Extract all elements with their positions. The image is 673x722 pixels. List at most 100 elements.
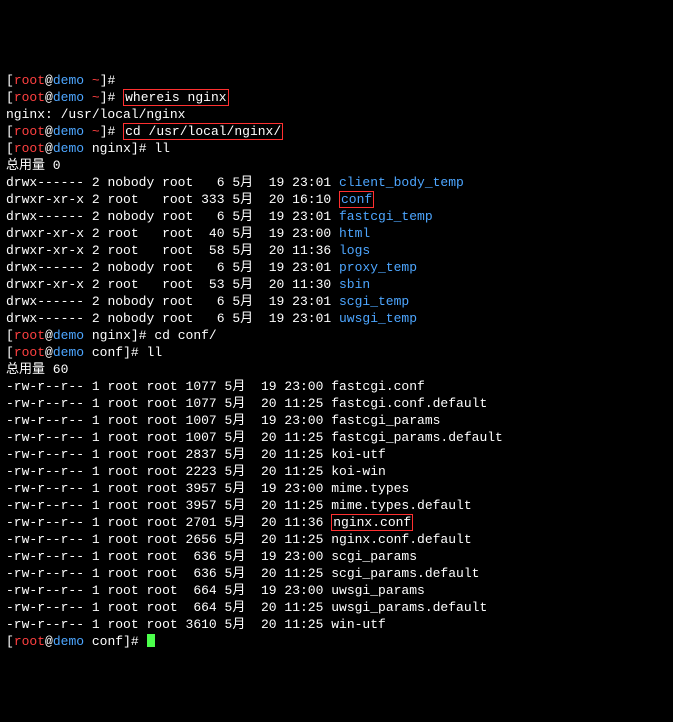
listing-row: drwxr-xr-x 2 root root 53 5月 20 11:30 sb…	[6, 276, 667, 293]
listing-row: -rw-r--r-- 1 root root 1007 5月 19 23:00 …	[6, 412, 667, 429]
perm: -rw-r--r--	[6, 464, 84, 479]
time: 23:01	[292, 175, 331, 190]
month: 5月	[232, 192, 253, 207]
listing-row: -rw-r--r-- 1 root root 1077 5月 20 11:25 …	[6, 395, 667, 412]
group: root	[146, 583, 177, 598]
size: 58	[201, 243, 224, 258]
time: 23:00	[284, 549, 323, 564]
perm: drwx------	[6, 294, 84, 309]
prompt-symbol: #	[139, 141, 147, 156]
links: 1	[92, 396, 100, 411]
prompt-line: [root@demo ~]#	[6, 72, 667, 89]
filename: proxy_temp	[339, 260, 417, 275]
perm: drwx------	[6, 260, 84, 275]
prompt-close-bracket: ]	[131, 141, 139, 156]
perm: drwxr-xr-x	[6, 192, 84, 207]
terminal[interactable]: [root@demo ~]# [root@demo ~]# whereis ng…	[0, 68, 673, 654]
size: 664	[186, 583, 217, 598]
links: 1	[92, 515, 100, 530]
prompt-user: root	[14, 141, 45, 156]
perm: -rw-r--r--	[6, 600, 84, 615]
filename: koi-utf	[331, 447, 386, 462]
day: 19	[269, 226, 285, 241]
prompt-close-bracket: ]	[100, 90, 108, 105]
links: 2	[92, 226, 100, 241]
prompt-line: [root@demo nginx]# cd conf/	[6, 327, 667, 344]
links: 1	[92, 532, 100, 547]
time: 11:25	[284, 532, 323, 547]
month: 5月	[225, 379, 246, 394]
prompt-line: [root@demo conf]#	[6, 633, 667, 650]
time: 23:00	[284, 379, 323, 394]
owner: nobody	[107, 209, 154, 224]
perm: -rw-r--r--	[6, 532, 84, 547]
owner: root	[107, 583, 138, 598]
owner: root	[107, 243, 154, 258]
time: 11:25	[284, 447, 323, 462]
month: 5月	[225, 532, 246, 547]
time: 11:25	[284, 430, 323, 445]
day: 20	[261, 498, 277, 513]
perm: drwxr-xr-x	[6, 243, 84, 258]
listing-row: drwxr-xr-x 2 root root 40 5月 19 23:00 ht…	[6, 225, 667, 242]
month: 5月	[232, 260, 253, 275]
time: 23:01	[292, 209, 331, 224]
listing-row: -rw-r--r-- 1 root root 664 5月 20 11:25 u…	[6, 599, 667, 616]
day: 20	[261, 396, 277, 411]
listing-row: -rw-r--r-- 1 root root 636 5月 20 11:25 s…	[6, 565, 667, 582]
day: 19	[261, 481, 277, 496]
owner: root	[107, 498, 138, 513]
prompt-cwd: conf	[92, 634, 123, 649]
group: root	[162, 192, 193, 207]
size: 636	[186, 566, 217, 581]
prompt-symbol: #	[108, 124, 116, 139]
filename: scgi_params.default	[331, 566, 479, 581]
day: 19	[269, 209, 285, 224]
owner: root	[107, 413, 138, 428]
filename: conf	[339, 191, 374, 208]
prompt-line: [root@demo ~]# cd /usr/local/nginx/	[6, 123, 667, 140]
listing-row: -rw-r--r-- 1 root root 3610 5月 20 11:25 …	[6, 616, 667, 633]
month: 5月	[225, 498, 246, 513]
links: 1	[92, 583, 100, 598]
prompt-open-bracket: [	[6, 124, 14, 139]
links: 1	[92, 413, 100, 428]
day: 20	[269, 192, 285, 207]
prompt-at: @	[45, 73, 53, 88]
time: 11:25	[284, 566, 323, 581]
time: 23:00	[284, 413, 323, 428]
prompt-line: [root@demo nginx]# ll	[6, 140, 667, 157]
prompt-user: root	[14, 73, 45, 88]
links: 1	[92, 566, 100, 581]
day: 19	[269, 294, 285, 309]
size: 1077	[186, 396, 217, 411]
links: 1	[92, 481, 100, 496]
filename: fastcgi_temp	[339, 209, 433, 224]
filename: nginx.conf	[331, 514, 413, 531]
day: 20	[261, 515, 277, 530]
month: 5月	[232, 277, 253, 292]
day: 20	[261, 617, 277, 632]
group: root	[146, 549, 177, 564]
owner: nobody	[107, 260, 154, 275]
listing-row: drwxr-xr-x 2 root root 58 5月 20 11:36 lo…	[6, 242, 667, 259]
links: 2	[92, 260, 100, 275]
day: 20	[261, 532, 277, 547]
command-text: ll	[154, 141, 170, 156]
day: 20	[261, 600, 277, 615]
month: 5月	[232, 209, 253, 224]
size: 6	[201, 294, 224, 309]
time: 11:25	[284, 464, 323, 479]
size: 2701	[186, 515, 217, 530]
owner: root	[107, 277, 154, 292]
size: 2223	[186, 464, 217, 479]
total-line: 总用量 60	[6, 361, 667, 378]
time: 11:36	[284, 515, 323, 530]
links: 1	[92, 379, 100, 394]
listing-row: -rw-r--r-- 1 root root 2656 5月 20 11:25 …	[6, 531, 667, 548]
perm: -rw-r--r--	[6, 515, 84, 530]
links: 2	[92, 294, 100, 309]
size: 3957	[186, 498, 217, 513]
prompt-host: demo	[53, 73, 84, 88]
links: 1	[92, 600, 100, 615]
